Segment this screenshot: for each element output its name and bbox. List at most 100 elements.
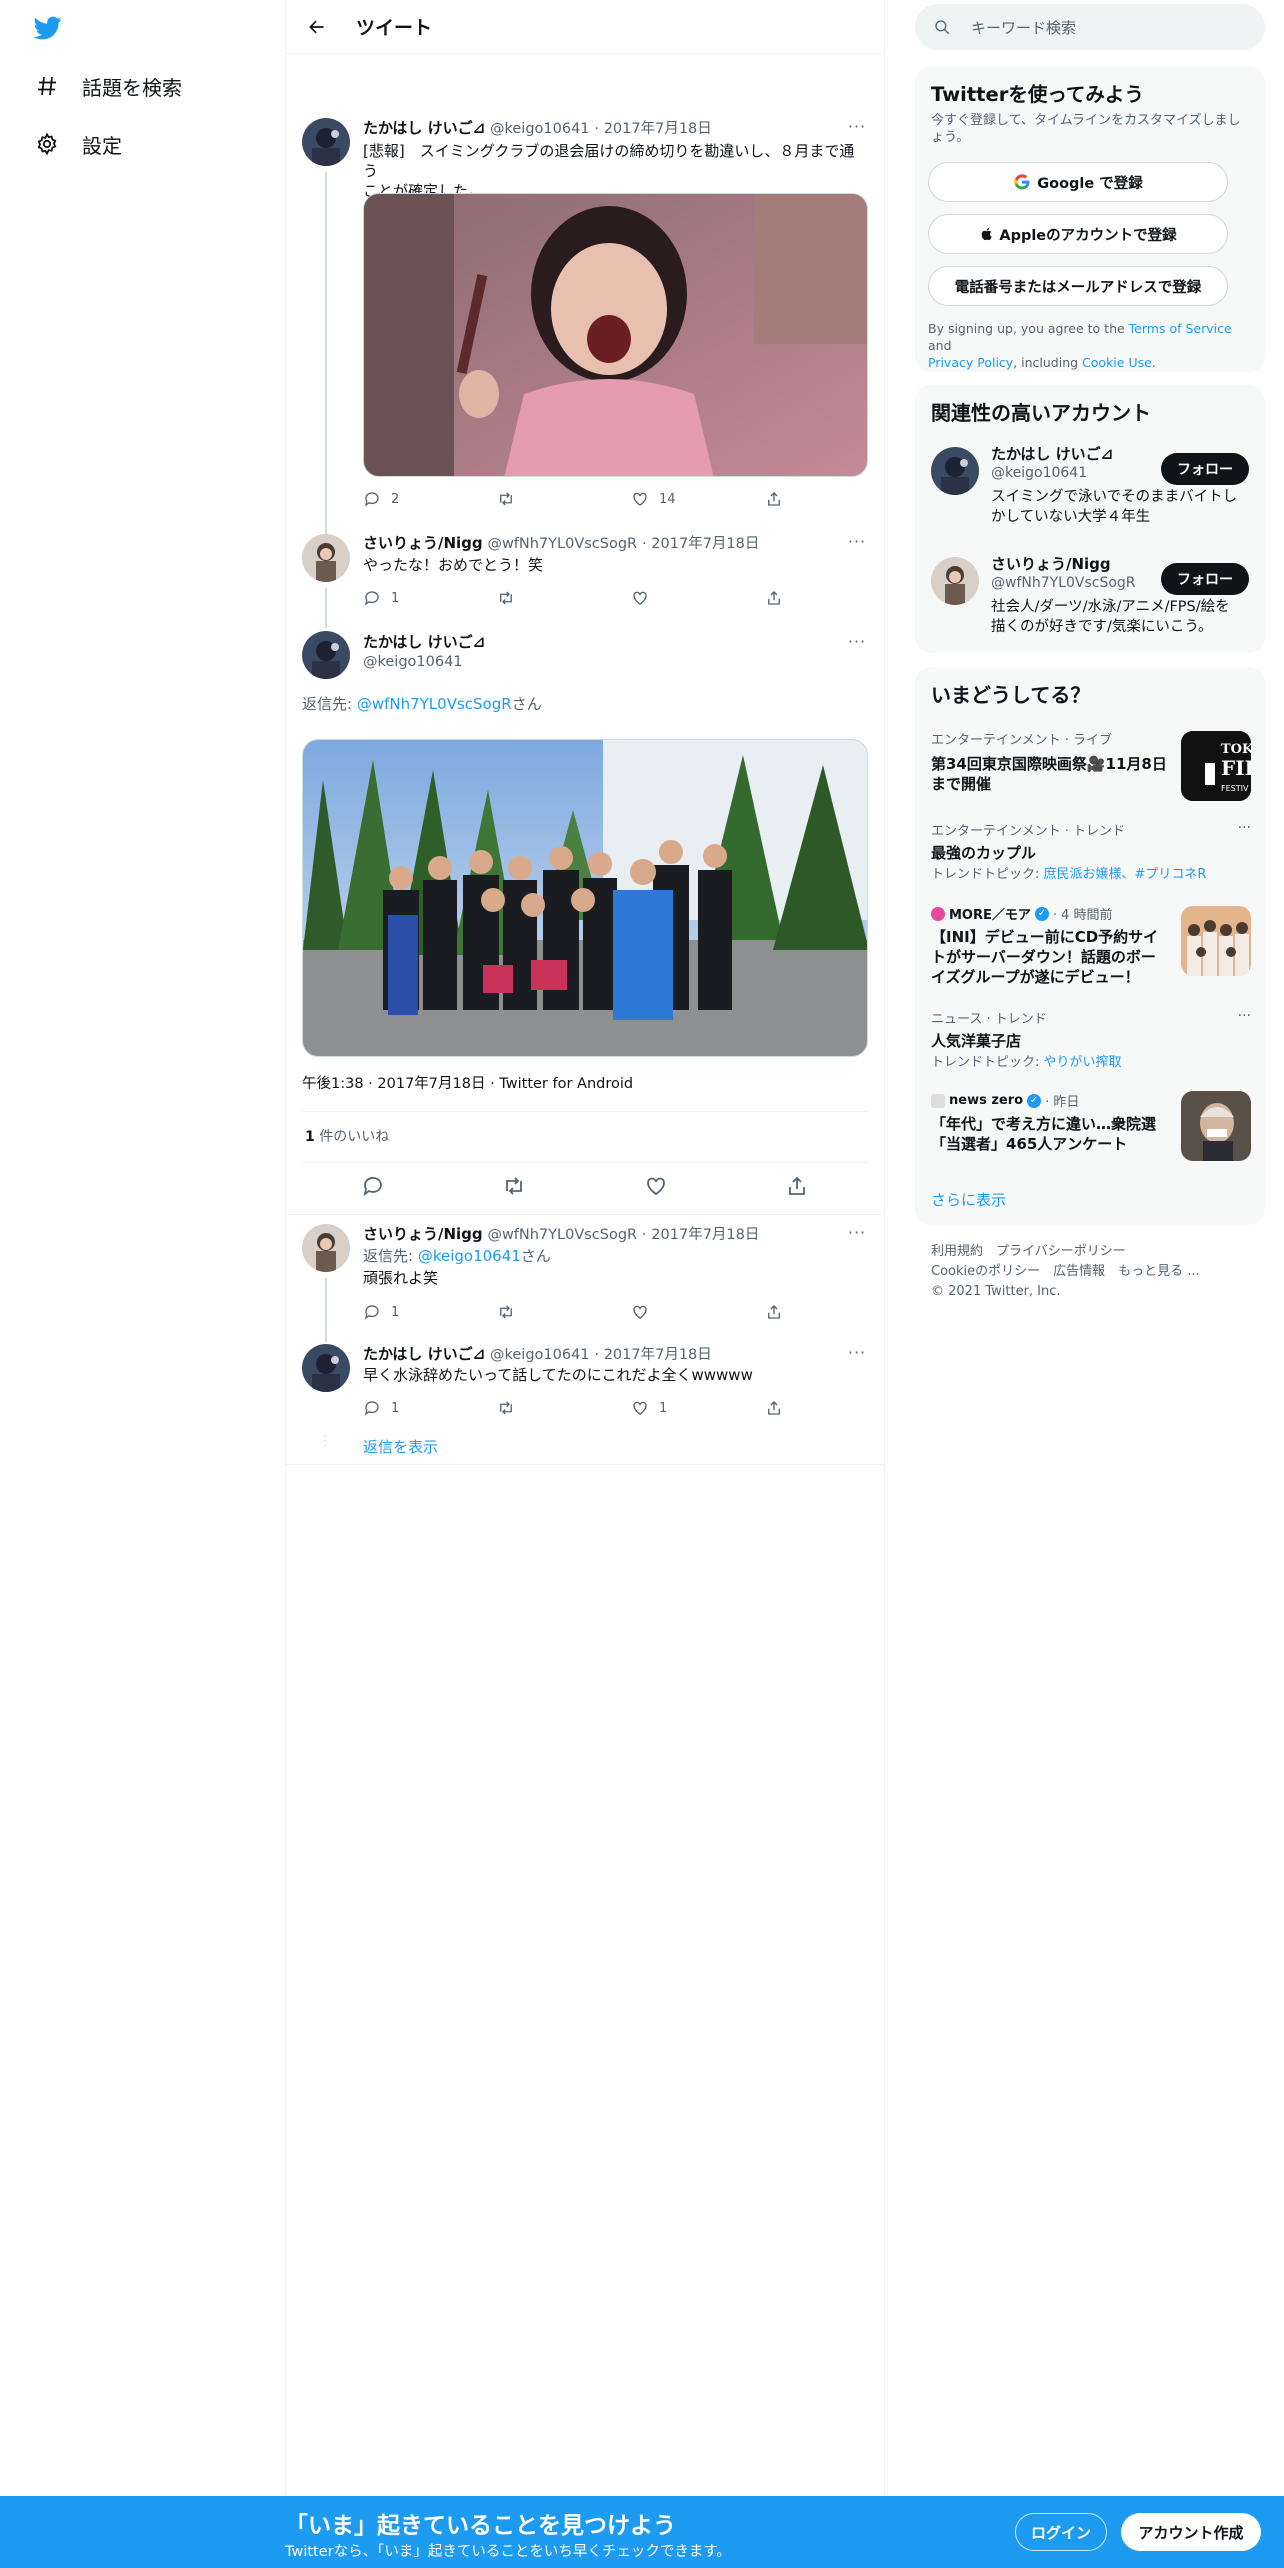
avatar[interactable] xyxy=(302,534,350,582)
retweet-icon xyxy=(500,1305,512,1319)
more-icon[interactable]: ··· xyxy=(846,1345,868,1366)
author-handle[interactable]: @keigo10641 xyxy=(490,121,590,137)
author-handle[interactable]: @keigo10641 xyxy=(490,1347,590,1363)
trend-item[interactable]: エンターテインメント · トレンド 最強のカップル トレンドトピック: 庶民派お… xyxy=(931,820,1251,886)
avatar[interactable] xyxy=(302,1344,350,1392)
reply-to-link[interactable]: @keigo10641 xyxy=(418,1247,521,1265)
tweet-photo[interactable] xyxy=(302,739,868,1057)
trend-item[interactable]: MORE／モア ✓ · 4 時間前 【INI】デビュー前にCD予約サイ トがサー… xyxy=(931,904,1251,986)
more-icon[interactable]: ··· xyxy=(846,119,868,140)
reply-button[interactable]: 2 xyxy=(363,488,497,510)
tweet-date[interactable]: 2017年7月18日 xyxy=(651,536,759,552)
avatar[interactable] xyxy=(931,447,979,495)
tweet-text: [悲報] スイミングクラブの退会届けの締め切りを勘違いし、８月まで通う xyxy=(363,142,855,180)
apple-signup-button[interactable]: Appleのアカウントで登録 xyxy=(928,214,1228,254)
thread-dots: · · · xyxy=(323,1429,327,1453)
twitter-logo-icon[interactable] xyxy=(32,14,64,42)
share-button[interactable] xyxy=(765,1301,783,1323)
more-icon[interactable]: ··· xyxy=(1238,1008,1251,1024)
nav-explore-label: 話題を検索 xyxy=(82,75,182,100)
search-input[interactable]: キーワード検索 xyxy=(971,17,1076,38)
follow-button[interactable]: フォロー xyxy=(1161,453,1249,485)
signup-subtitle: ょう。 xyxy=(931,130,970,145)
phone-signup-button[interactable]: 電話番号またはメールアドレスで登録 xyxy=(928,266,1228,306)
account-handle[interactable]: @keigo10641 xyxy=(991,465,1087,481)
author-handle[interactable]: @keigo10641 xyxy=(363,652,868,672)
signup-title: Twitterを使ってみよう xyxy=(931,83,1144,106)
verified-icon: ✓ xyxy=(1034,906,1049,921)
like-button[interactable] xyxy=(631,1301,765,1323)
back-button[interactable] xyxy=(300,10,334,44)
share-button[interactable] xyxy=(785,1174,809,1200)
svg-text:FESTIV: FESTIV xyxy=(1221,784,1249,793)
heart-icon xyxy=(633,1305,647,1319)
nav-settings[interactable]: 設定 xyxy=(34,124,122,164)
login-button[interactable]: ログイン xyxy=(1015,2513,1107,2551)
account-handle[interactable]: @wfNh7YL0VscSogR xyxy=(991,575,1136,591)
reply-button[interactable]: 1 xyxy=(363,587,497,609)
author-name[interactable]: さいりょう/Nigg xyxy=(363,534,483,552)
trend-item[interactable]: ニュース · トレンド 人気洋菓子店 トレンドトピック: やりがい搾取 ··· xyxy=(931,1008,1251,1070)
signup-button[interactable]: アカウント作成 xyxy=(1121,2513,1261,2551)
account-row[interactable]: たかはし けいご⊿ @keigo10641 スイミングで泳いでそのままバイトし … xyxy=(915,443,1265,543)
like-button[interactable]: 1 xyxy=(631,1397,765,1419)
privacy-link[interactable]: Privacy Policy xyxy=(928,355,1013,370)
tweet-timestamp[interactable]: 午後1:38 · 2017年7月18日 · Twitter for Androi… xyxy=(302,1074,868,1094)
retweet-button[interactable] xyxy=(497,1397,631,1419)
author-name[interactable]: たかはし けいご⊿ xyxy=(363,119,485,137)
author-handle[interactable]: @wfNh7YL0VscSogR xyxy=(487,1227,637,1243)
retweet-button[interactable] xyxy=(497,1301,631,1323)
follow-button[interactable]: フォロー xyxy=(1161,563,1249,595)
trend-item[interactable]: news zero ✓ · 昨日 「年代」で考え方に違い…衆院選 「当選者」46… xyxy=(931,1091,1251,1163)
search-icon xyxy=(935,20,950,35)
google-signup-button[interactable]: Google で登録 xyxy=(928,162,1228,202)
more-icon[interactable]: ··· xyxy=(846,634,868,655)
share-button[interactable] xyxy=(765,488,783,510)
cookie-link[interactable]: Cookie Use. xyxy=(1082,355,1156,370)
account-row[interactable]: さいりょう/Nigg @wfNh7YL0VscSogR 社会人/ダーツ/水泳/ア… xyxy=(915,553,1265,653)
author-name[interactable]: たかはし けいご⊿ xyxy=(363,632,868,652)
heart-icon xyxy=(646,1177,665,1196)
nav-explore[interactable]: 話題を検索 xyxy=(34,66,182,106)
reply-button[interactable]: 1 xyxy=(363,1301,497,1323)
share-icon xyxy=(768,492,780,506)
avatar[interactable] xyxy=(302,631,350,679)
avatar[interactable] xyxy=(302,118,350,166)
avatar[interactable] xyxy=(931,557,979,605)
reply-button[interactable] xyxy=(361,1174,385,1200)
account-name[interactable]: さいりょう/Nigg xyxy=(991,553,1111,574)
avatar[interactable] xyxy=(302,1224,350,1272)
signup-card: Twitterを使ってみよう 今すぐ登録して、タイムラインをカスタマイズしまし … xyxy=(915,66,1265,372)
share-button[interactable] xyxy=(765,1397,783,1419)
more-icon[interactable]: ··· xyxy=(846,534,868,555)
footer-links[interactable]: Cookieのポリシー 広告情報 もっと見る ... xyxy=(931,1262,1200,1282)
tweet-photo[interactable] xyxy=(363,193,868,477)
show-replies-link[interactable]: 返信を表示 xyxy=(363,1437,868,1457)
like-button[interactable]: 14 xyxy=(631,488,765,510)
tweet-date[interactable]: 2017年7月18日 xyxy=(604,1347,712,1363)
search-bar[interactable]: キーワード検索 xyxy=(915,4,1265,50)
like-button[interactable] xyxy=(631,587,765,609)
tweet-date[interactable]: 2017年7月18日 xyxy=(651,1227,759,1243)
author-name[interactable]: さいりょう/Nigg xyxy=(363,1225,483,1243)
retweet-button[interactable] xyxy=(497,488,631,510)
more-logo-icon xyxy=(931,906,945,921)
tweet-actions: 1 xyxy=(363,1301,783,1323)
more-icon[interactable]: ··· xyxy=(1238,820,1251,836)
reply-button[interactable]: 1 xyxy=(363,1397,497,1419)
author-handle[interactable]: @wfNh7YL0VscSogR xyxy=(487,536,637,552)
footer-links[interactable]: 利用規約 プライバシーポリシー xyxy=(931,1242,1200,1262)
terms-link[interactable]: Terms of Service xyxy=(1129,321,1232,336)
author-name[interactable]: たかはし けいご⊿ xyxy=(363,1345,485,1363)
share-button[interactable] xyxy=(765,587,783,609)
likes-summary[interactable]: 1 件のいいね xyxy=(305,1127,868,1147)
reply-to-link[interactable]: @wfNh7YL0VscSogR xyxy=(357,695,512,713)
retweet-button[interactable] xyxy=(502,1174,526,1200)
more-icon[interactable]: ··· xyxy=(846,1225,868,1246)
tweet-date[interactable]: 2017年7月18日 xyxy=(604,121,712,137)
show-more-link[interactable]: さらに表示 xyxy=(931,1189,1006,1210)
account-name[interactable]: たかはし けいご⊿ xyxy=(991,443,1113,464)
trend-item[interactable]: エンターテインメント · ライブ 第34回東京国際映画祭🎥11月8日 まで開催 … xyxy=(931,729,1263,807)
retweet-button[interactable] xyxy=(497,587,631,609)
like-button[interactable] xyxy=(644,1174,668,1200)
